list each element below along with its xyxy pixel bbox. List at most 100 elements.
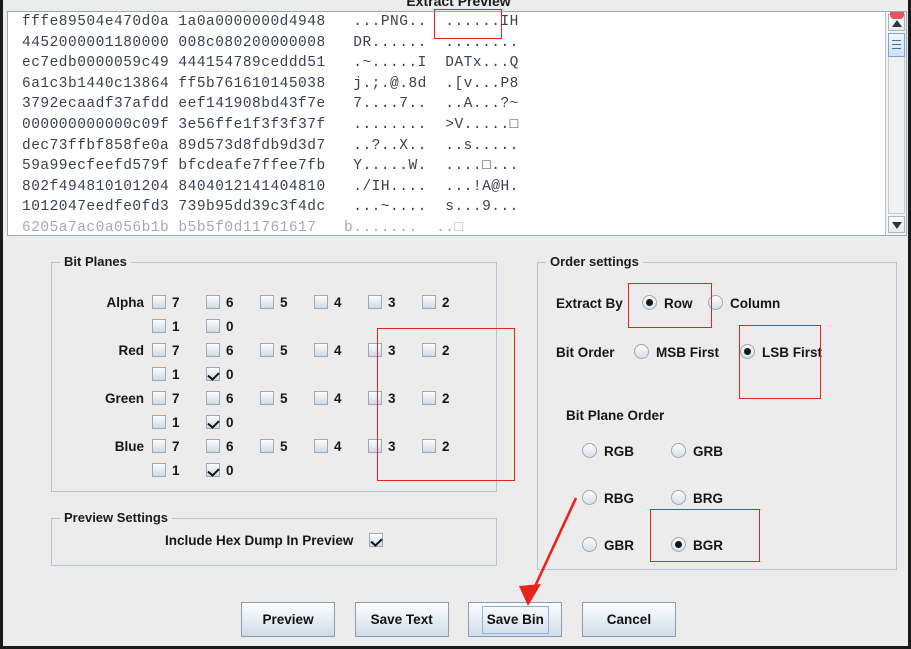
bit-plane-order-grb-radio[interactable] (671, 443, 686, 459)
bit-index-label: 3 (388, 439, 396, 454)
checkbox-green-bit6[interactable] (206, 391, 220, 405)
checkbox-alpha-bit7[interactable] (152, 295, 166, 309)
preview-button[interactable]: Preview (241, 602, 336, 637)
bit-plane-order-rbg-radio[interactable] (582, 490, 597, 506)
hex-dump-text-area[interactable]: fffe89504e470d0a 1a0a0000000d4948 ...PNG… (8, 12, 885, 235)
hex-dump-line: 3792ecaadf37afdd eef141908bd43f7e 7....7… (22, 96, 519, 113)
checkbox-blue-bit1[interactable] (152, 463, 166, 477)
bit-order-lsb-first-radio[interactable] (740, 344, 755, 360)
bit-plane-order-rbg[interactable]: RBG (582, 490, 634, 506)
bit-planes-group: Bit Planes Alpha 7 6 5 4 3 21 0 Red 7 6 5 4 3 21 0 Green… (51, 254, 497, 492)
extract-by-row-radio[interactable] (642, 295, 657, 311)
bit-index-label: 0 (226, 463, 234, 478)
checkbox-red-bit6[interactable] (206, 343, 220, 357)
bit-plane-checkbox-row: 7 6 5 4 3 2 1 0 (152, 435, 496, 483)
bit-plane-row-blue: Blue 7 6 5 4 3 2 1 0 (52, 435, 496, 478)
checkbox-green-bit5[interactable] (260, 391, 274, 405)
bit-plane-cell: 5 (260, 387, 314, 411)
bit-plane-order-brg[interactable]: BRG (671, 490, 723, 506)
bit-index-label: 3 (388, 295, 396, 310)
extract-by-row[interactable]: Row (642, 295, 693, 311)
scrollbar-thumb[interactable] (888, 33, 905, 57)
checkbox-blue-bit4[interactable] (314, 439, 328, 453)
scrollbar-track[interactable] (888, 33, 905, 214)
checkbox-red-bit3[interactable] (368, 343, 382, 357)
bit-plane-cell: 6 (206, 387, 260, 411)
bit-plane-order-rgb-radio[interactable] (582, 443, 597, 459)
bit-order-msb-first[interactable]: MSB First (634, 344, 719, 360)
bit-plane-cell: 5 (260, 435, 314, 459)
triangle-down-icon[interactable] (888, 216, 905, 233)
checkbox-blue-bit3[interactable] (368, 439, 382, 453)
checkbox-alpha-bit1[interactable] (152, 319, 166, 333)
hex-dump-line: 1012047eedfe0fd3 739b95dd39c3f4dc ...~..… (22, 199, 519, 216)
bit-plane-order-bgr[interactable]: BGR (671, 537, 723, 553)
order-settings-group: Order settings Extract By Row Column Bit … (537, 254, 897, 570)
bit-plane-cell: 3 (368, 339, 422, 363)
bit-plane-order-grb[interactable]: GRB (671, 443, 723, 459)
bit-plane-cell: 7 (152, 291, 206, 315)
checkbox-green-bit4[interactable] (314, 391, 328, 405)
bit-order-lsb-first[interactable]: LSB First (740, 344, 822, 360)
bit-index-label: 5 (280, 391, 288, 406)
bit-plane-cell: 7 (152, 387, 206, 411)
checkbox-red-bit0[interactable] (206, 367, 220, 381)
vertical-scrollbar[interactable] (885, 12, 906, 235)
bit-index-label: 5 (280, 343, 288, 358)
checkbox-red-bit1[interactable] (152, 367, 166, 381)
bit-index-label: 7 (172, 295, 180, 310)
checkbox-green-bit1[interactable] (152, 415, 166, 429)
checkbox-blue-bit6[interactable] (206, 439, 220, 453)
preview-settings-legend: Preview Settings (60, 510, 173, 525)
bit-plane-order-rgb[interactable]: RGB (582, 443, 634, 459)
bit-index-label: 5 (280, 295, 288, 310)
bit-index-label: 7 (172, 439, 180, 454)
bit-plane-order-brg-label: BRG (693, 491, 723, 507)
save-bin-button[interactable]: Save Bin (468, 602, 563, 637)
extract-by-column-radio[interactable] (708, 295, 723, 311)
save-text-button[interactable]: Save Text (354, 602, 449, 637)
bit-index-label: 0 (226, 367, 234, 382)
bit-plane-cell: 2 (422, 291, 476, 315)
checkbox-alpha-bit6[interactable] (206, 295, 220, 309)
include-hex-dump-label: Include Hex Dump In Preview (165, 533, 354, 549)
bit-plane-cell: 1 (152, 315, 206, 339)
bit-plane-checkbox-row: 7 6 5 4 3 2 1 0 (152, 339, 496, 387)
checkbox-blue-bit7[interactable] (152, 439, 166, 453)
bit-plane-channel-label: Alpha (106, 295, 144, 310)
checkbox-red-bit4[interactable] (314, 343, 328, 357)
bit-plane-order-bgr-radio[interactable] (671, 537, 686, 553)
bit-plane-row-alpha: Alpha 7 6 5 4 3 2 1 0 (52, 291, 496, 334)
bit-order-msb-first-radio[interactable] (634, 344, 649, 360)
bit-index-label: 5 (280, 439, 288, 454)
checkbox-red-bit5[interactable] (260, 343, 274, 357)
checkbox-alpha-bit2[interactable] (422, 295, 436, 309)
extract-by-column[interactable]: Column (708, 295, 780, 311)
checkbox-red-bit2[interactable] (422, 343, 436, 357)
checkbox-blue-bit0[interactable] (206, 463, 220, 477)
checkbox-alpha-bit0[interactable] (206, 319, 220, 333)
bit-plane-order-gbr[interactable]: GBR (582, 537, 634, 553)
bit-plane-order-rgb-label: RGB (604, 444, 634, 460)
include-hex-dump-checkbox[interactable] (368, 532, 383, 547)
checkbox-alpha-bit3[interactable] (368, 295, 382, 309)
checkbox-green-bit3[interactable] (368, 391, 382, 405)
checkbox-green-bit7[interactable] (152, 391, 166, 405)
bit-plane-cell: 0 (206, 411, 260, 435)
checkbox-green-bit0[interactable] (206, 415, 220, 429)
bit-plane-cell: 3 (368, 291, 422, 315)
checkbox-alpha-bit5[interactable] (260, 295, 274, 309)
bit-planes-legend: Bit Planes (60, 254, 131, 269)
bit-plane-cell: 0 (206, 363, 260, 387)
checkbox-red-bit7[interactable] (152, 343, 166, 357)
dialog-title-bar: Extract Preview (3, 0, 911, 11)
bit-plane-order-gbr-radio[interactable] (582, 537, 597, 553)
checkbox-blue-bit5[interactable] (260, 439, 274, 453)
bit-plane-order-brg-radio[interactable] (671, 490, 686, 506)
checkbox-alpha-bit4[interactable] (314, 295, 328, 309)
checkbox-blue-bit2[interactable] (422, 439, 436, 453)
hex-dump-line: ec7edb0000059c49 444154789ceddd51 .~....… (22, 55, 519, 72)
cancel-button[interactable]: Cancel (581, 602, 676, 637)
checkbox-green-bit2[interactable] (422, 391, 436, 405)
bit-plane-cell: 1 (152, 411, 206, 435)
